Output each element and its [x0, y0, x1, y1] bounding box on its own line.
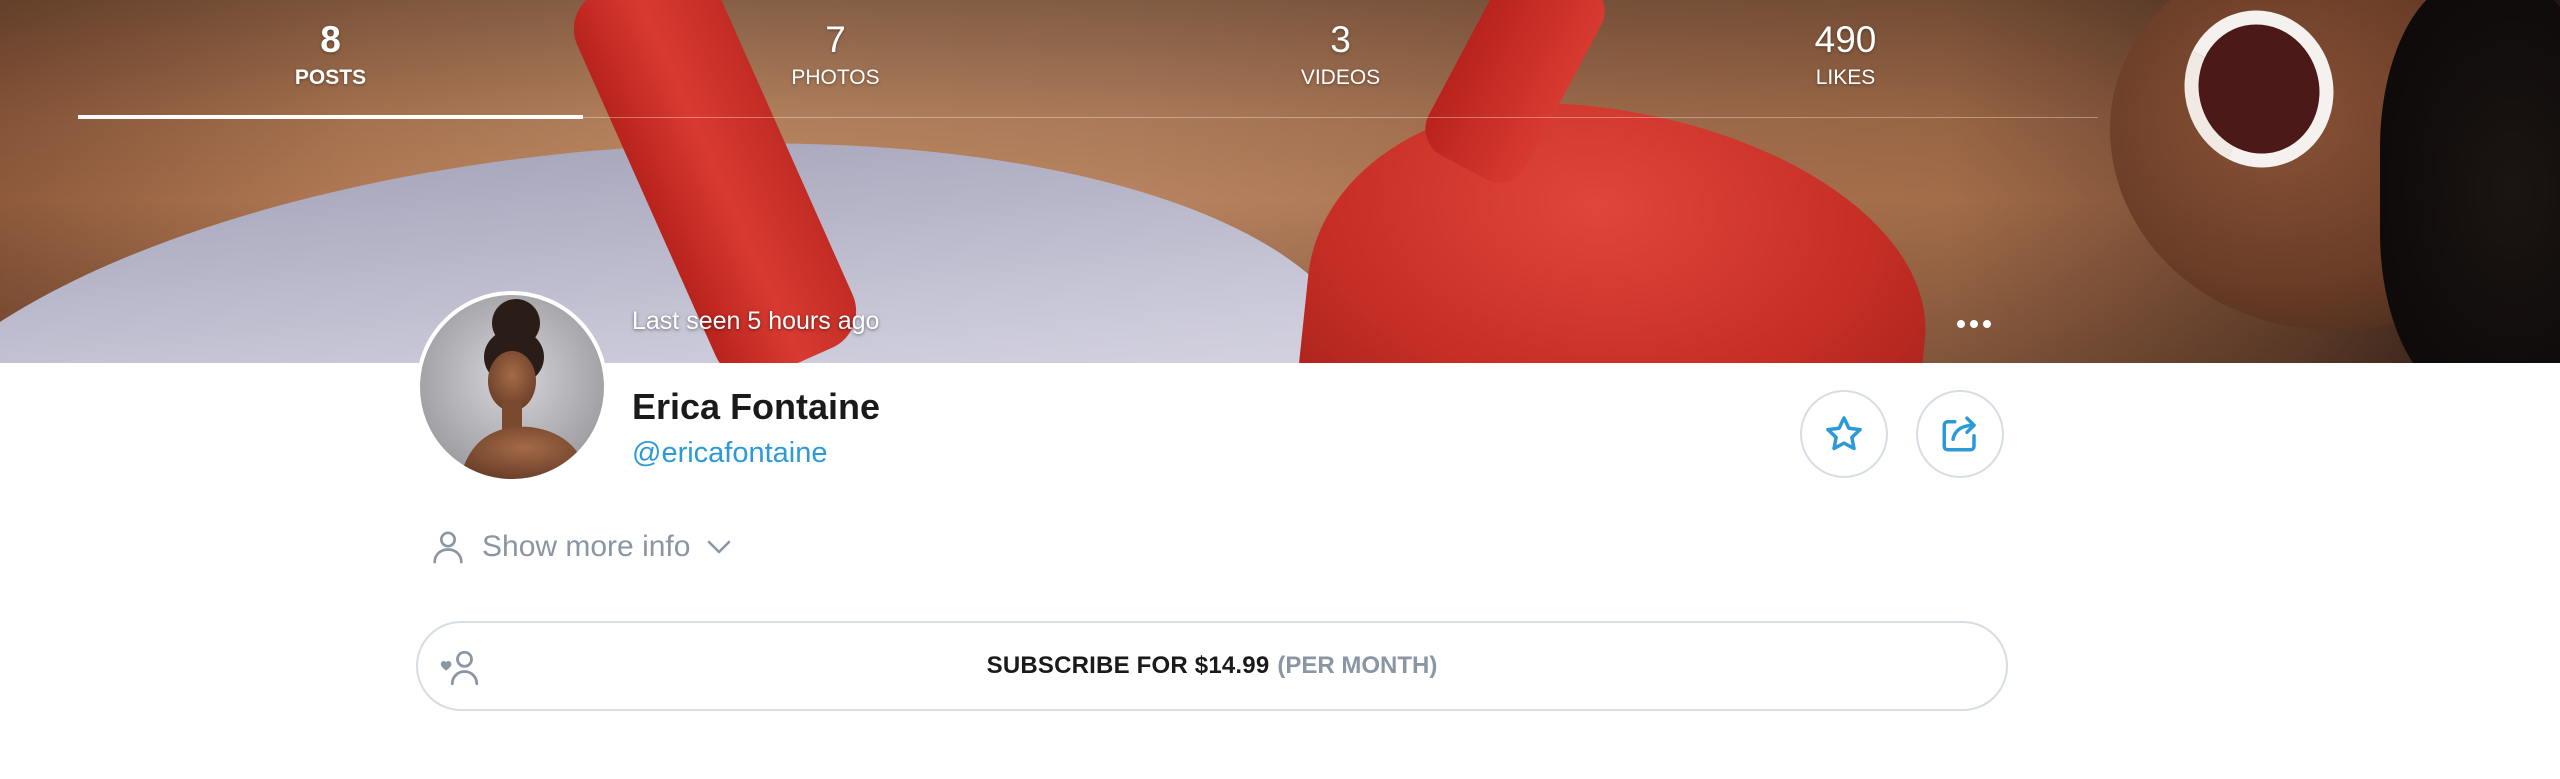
subscribe-price-label: SUBSCRIBE FOR $14.99 [986, 652, 1270, 679]
profile-stats-tabs: 8 POSTS 7 PHOTOS 3 VIDEOS 490 LIKES [78, 0, 2098, 119]
show-more-info-toggle[interactable]: Show more info [428, 522, 734, 572]
tab-likes[interactable]: 490 LIKES [1593, 0, 2098, 117]
avatar[interactable] [416, 291, 608, 483]
profile-handle[interactable]: @ericafontaine [632, 437, 828, 470]
videos-label: VIDEOS [1300, 66, 1381, 89]
photos-label: PHOTOS [791, 66, 880, 89]
profile-name: Erica Fontaine [632, 386, 881, 427]
tab-photos[interactable]: 7 PHOTOS [583, 0, 1088, 117]
tab-posts[interactable]: 8 POSTS [78, 0, 583, 119]
share-button[interactable] [1916, 390, 2004, 478]
likes-label: LIKES [1815, 66, 1876, 89]
likes-count: 490 [1814, 19, 1877, 60]
photos-count: 7 [825, 19, 846, 60]
favorite-button[interactable] [1800, 390, 1888, 478]
posts-label: POSTS [294, 66, 367, 89]
subscribe-button[interactable]: SUBSCRIBE FOR $14.99 (PER MONTH) [416, 621, 2008, 711]
more-options-button[interactable] [1950, 302, 1998, 346]
show-more-info-label: Show more info [482, 530, 691, 563]
chevron-down-icon [708, 540, 731, 554]
user-icon [433, 531, 463, 564]
posts-count: 8 [320, 19, 341, 60]
share-icon [1942, 416, 1976, 452]
tab-videos[interactable]: 3 VIDEOS [1088, 0, 1593, 117]
more-dots-icon [1957, 320, 1965, 328]
heart-user-icon [440, 650, 479, 686]
videos-count: 3 [1330, 19, 1351, 60]
avatar-photo [460, 299, 590, 479]
subscribe-period-label: (PER MONTH) [1277, 652, 1438, 679]
star-icon [1826, 416, 1862, 451]
last-seen-status: Last seen 5 hours ago [632, 307, 880, 335]
